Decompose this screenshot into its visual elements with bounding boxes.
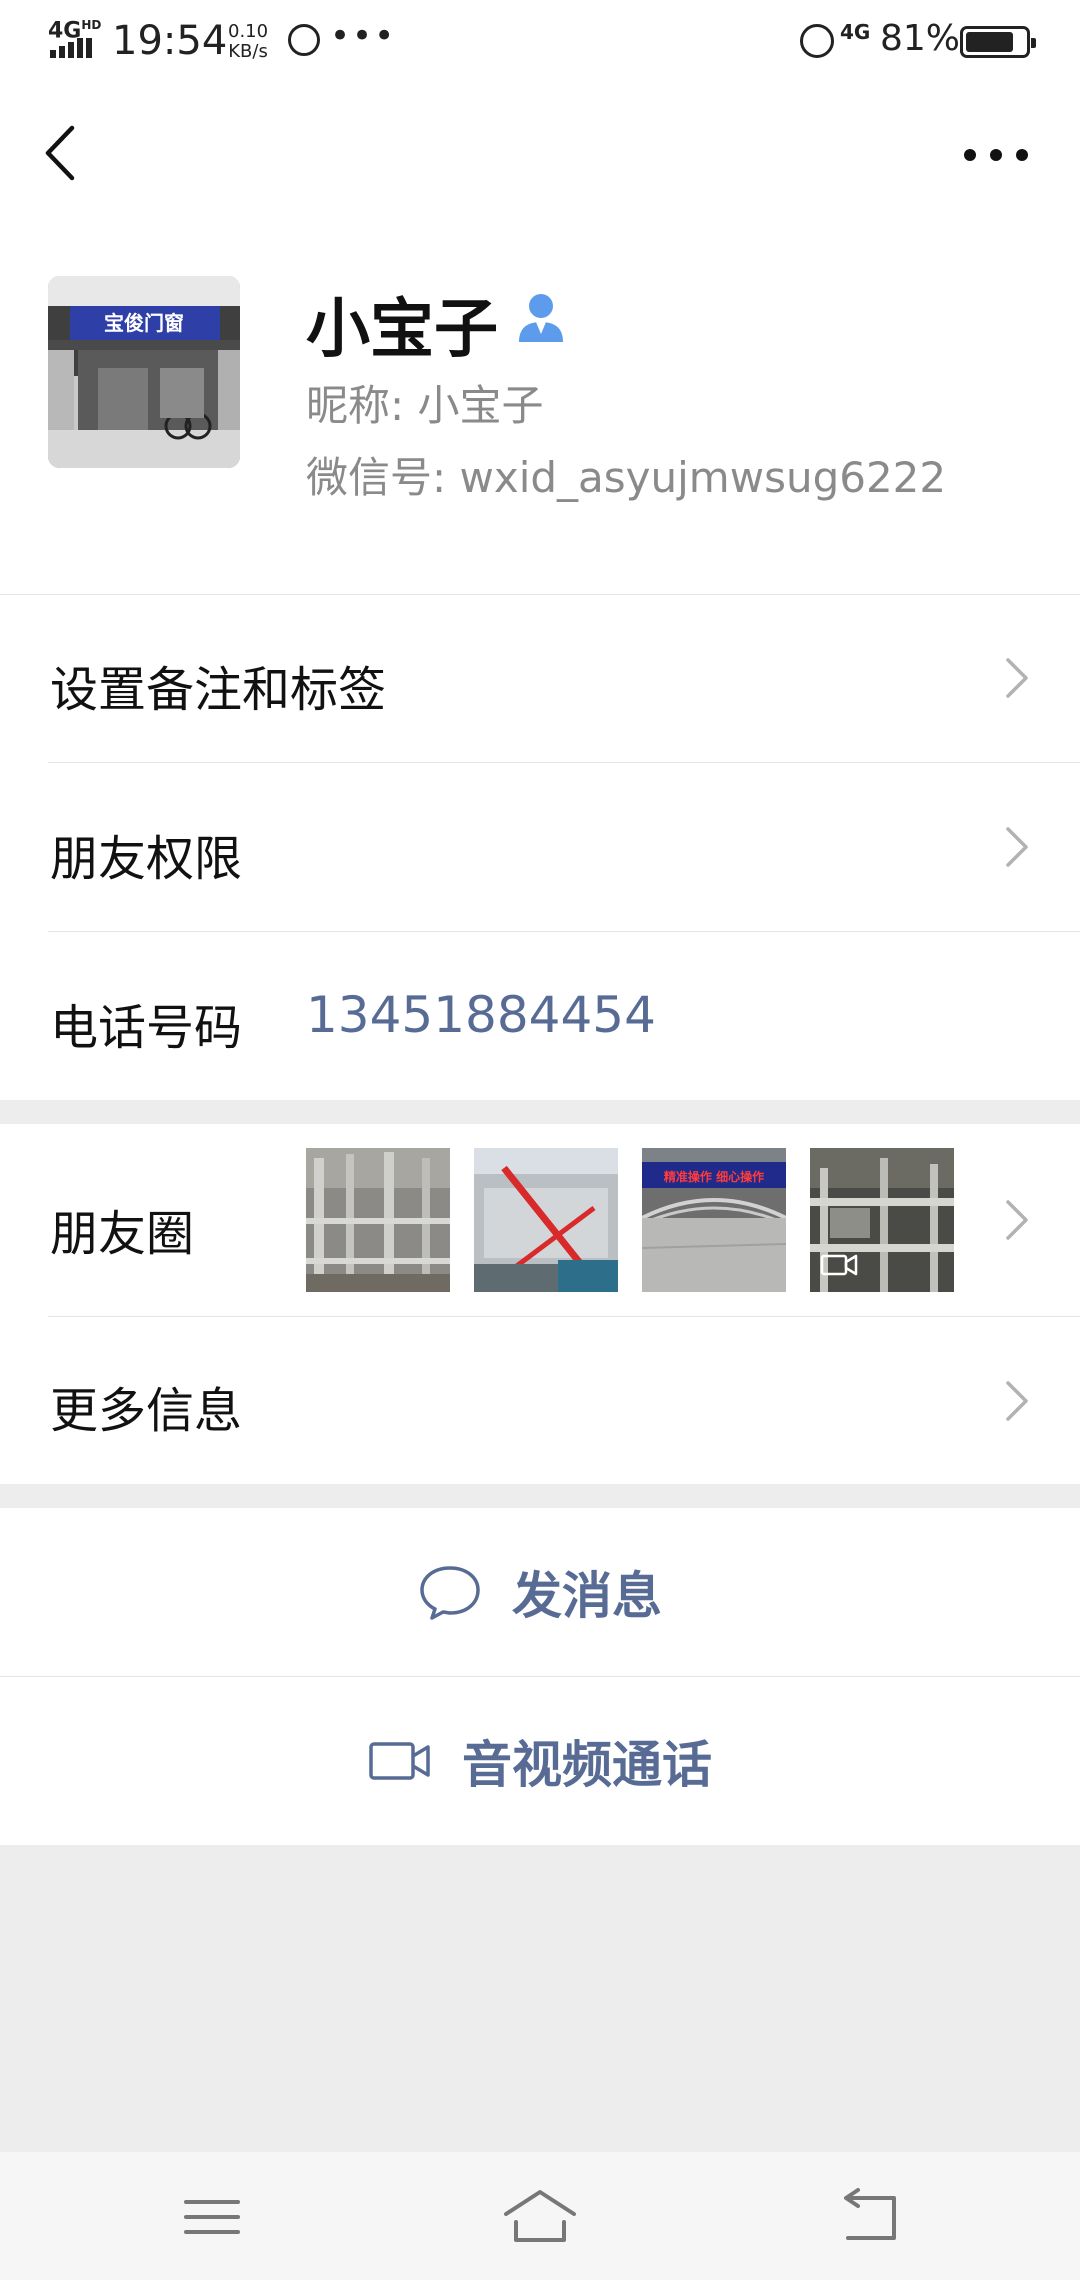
phone-number[interactable]: 13451884454 — [306, 986, 656, 1044]
profile-wechat-id: 微信号: wxid_asyujmwsug6222 — [306, 453, 947, 502]
signal-icon — [50, 38, 92, 58]
back-return-icon[interactable] — [828, 2182, 908, 2252]
chevron-right-icon — [1006, 1381, 1028, 1421]
more-dots-icon[interactable] — [956, 128, 1036, 178]
friend-permissions-row[interactable]: 朋友权限 — [0, 763, 1080, 931]
chevron-left-icon[interactable] — [36, 118, 86, 188]
video-call-label: 音视频通话 — [462, 1736, 712, 1794]
more-info-row[interactable]: 更多信息 — [0, 1317, 1080, 1484]
chevron-right-icon — [1006, 1200, 1028, 1240]
chat-bubble-icon — [420, 1566, 480, 1620]
chevron-right-icon — [1006, 827, 1028, 867]
video-thumbnail — [810, 1148, 954, 1292]
menu-icon[interactable] — [172, 2182, 252, 2252]
video-camera-icon — [369, 1742, 430, 1780]
status-bar: 4GHD 19:54 0.10 KB/s ••• 4G 81% — [0, 0, 1080, 86]
remark-tags-row[interactable]: 设置备注和标签 — [0, 594, 1080, 762]
moment-thumbnail[interactable] — [810, 1148, 954, 1292]
alarm-icon — [800, 24, 834, 58]
more-info-label: 更多信息 — [50, 1383, 243, 1439]
network-speed: 0.10 KB/s — [228, 21, 269, 62]
video-call-button[interactable]: 音视频通话 — [0, 1677, 1080, 1845]
photo-icon — [474, 1148, 618, 1292]
phone-row[interactable]: 电话号码 13451884454 — [0, 932, 1080, 1100]
system-nav-bar — [0, 2152, 1080, 2280]
avatar-sign-text: 宝俊门窗 — [104, 311, 184, 335]
moment-thumbnail[interactable] — [474, 1148, 618, 1292]
send-message-label: 发消息 — [512, 1567, 662, 1625]
photo-icon: 精准操作 细心操作 — [642, 1148, 786, 1292]
remark-tags-label: 设置备注和标签 — [50, 662, 387, 718]
chevron-right-icon — [1006, 658, 1028, 698]
moments-row[interactable]: 朋友圈 精准操作 细心操作 — [0, 1124, 1080, 1316]
settings-section: 设置备注和标签 朋友权限 电话号码 13451884454 — [0, 594, 1080, 1100]
status-time: 19:54 — [112, 18, 228, 64]
home-icon[interactable] — [500, 2182, 580, 2252]
network-type-right: 4G — [840, 20, 871, 44]
avatar[interactable]: 宝俊门窗 — [48, 276, 240, 468]
photo-icon — [306, 1148, 450, 1292]
profile-nickname: 昵称: 小宝子 — [306, 381, 544, 430]
moment-thumbnail[interactable]: 精准操作 细心操作 — [642, 1148, 786, 1292]
phone-label: 电话号码 — [50, 1000, 243, 1056]
send-message-button[interactable]: 发消息 — [0, 1508, 1080, 1676]
app-badge-icon — [288, 24, 320, 56]
battery-icon — [960, 26, 1036, 58]
more-notifications-icon: ••• — [330, 16, 397, 56]
contact-person-icon — [519, 294, 563, 342]
avatar-image: 宝俊门窗 — [48, 276, 240, 468]
battery-percent: 81% — [880, 18, 961, 59]
profile-name: 小宝子 — [306, 293, 498, 367]
moment-thumbnail[interactable] — [306, 1148, 450, 1292]
thumbnail-banner-text: 精准操作 细心操作 — [664, 1169, 764, 1184]
friend-permissions-label: 朋友权限 — [50, 831, 243, 887]
moments-label: 朋友圈 — [50, 1206, 195, 1262]
moments-section: 朋友圈 精准操作 细心操作 更多信息 — [0, 1124, 1080, 1484]
